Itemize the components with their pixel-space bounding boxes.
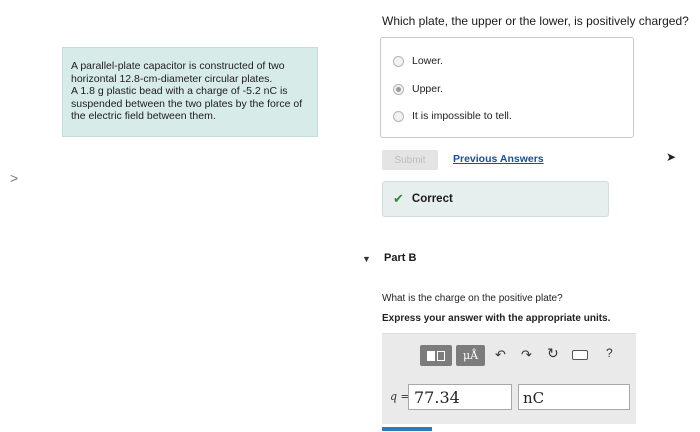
problem-line: suspended between the two plates by the … <box>71 97 303 110</box>
chevron-right-icon[interactable]: > <box>10 170 18 186</box>
problem-line: A parallel-plate capacitor is constructe… <box>71 60 285 72</box>
units-button[interactable]: μÅ <box>456 345 485 366</box>
undo-icon[interactable]: ↶ <box>495 347 506 363</box>
choice-label: It is impossible to tell. <box>412 110 512 122</box>
template-square-icon <box>437 350 445 361</box>
progress-indicator <box>382 427 432 431</box>
value-input[interactable]: 77.34 <box>408 384 512 410</box>
previous-answers-link[interactable]: Previous Answers <box>453 153 544 165</box>
choice-label: Lower. <box>412 55 443 67</box>
redo-icon[interactable]: ↷ <box>521 347 532 363</box>
keyboard-icon[interactable] <box>572 350 588 360</box>
template-square-icon <box>427 350 435 361</box>
cursor-icon: ➤ <box>666 150 677 164</box>
units-input[interactable]: nC <box>518 384 630 410</box>
choice-impossible[interactable]: It is impossible to tell. <box>393 110 512 122</box>
collapse-toggle-icon[interactable]: ▼ <box>362 254 371 264</box>
check-icon: ✔ <box>393 191 404 206</box>
part-b-instruction: Express your answer with the appropriate… <box>382 313 611 324</box>
help-icon[interactable]: ? <box>606 346 613 360</box>
radio-lower[interactable] <box>393 55 404 67</box>
part-b-title[interactable]: Part B <box>384 252 416 264</box>
problem-line: horizontal 12.8-cm-diameter circular pla… <box>71 72 273 85</box>
part-b-question: What is the charge on the positive plate… <box>382 293 563 304</box>
radio-upper[interactable] <box>393 83 404 95</box>
templates-button[interactable] <box>420 345 452 366</box>
problem-line: A 1.8 g plastic bead with a charge of -5… <box>71 85 288 97</box>
radio-impossible[interactable] <box>393 110 404 122</box>
feedback-correct: ✔ Correct <box>382 181 609 217</box>
choice-upper[interactable]: Upper. <box>393 83 443 95</box>
variable-label: q = <box>390 390 410 403</box>
reset-icon[interactable]: ↻ <box>547 345 559 362</box>
choice-label: Upper. <box>412 83 443 95</box>
problem-statement: A parallel-plate capacitor is constructe… <box>62 47 318 137</box>
choice-list: Lower. Upper. It is impossible to tell. <box>380 37 634 138</box>
submit-button[interactable]: Submit <box>382 150 438 170</box>
problem-line: the electric field between them. <box>71 110 216 122</box>
part-a-question: Which plate, the upper or the lower, is … <box>382 14 689 28</box>
feedback-label: Correct <box>411 193 453 205</box>
choice-lower[interactable]: Lower. <box>393 55 443 67</box>
